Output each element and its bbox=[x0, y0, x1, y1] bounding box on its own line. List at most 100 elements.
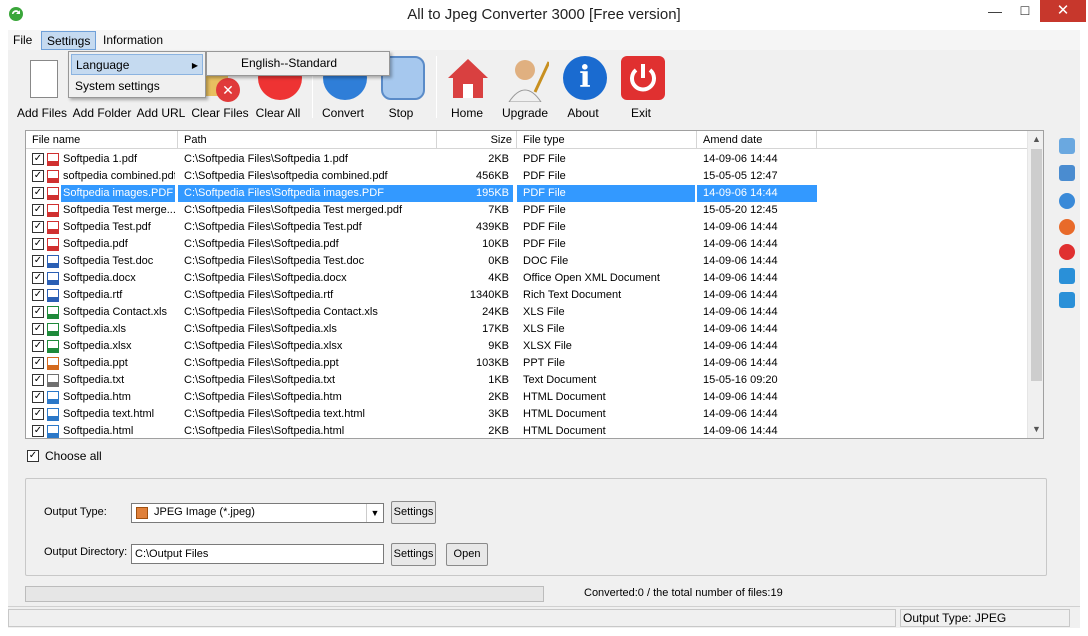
xls-file-icon bbox=[47, 323, 59, 336]
upgrade-button[interactable]: Upgrade bbox=[495, 52, 555, 122]
cell-type: XLS File bbox=[523, 306, 565, 318]
scroll-up-icon[interactable]: ▲ bbox=[1028, 131, 1043, 148]
table-row[interactable]: ✓ Softpedia Test.doc C:\Softpedia Files\So… bbox=[26, 253, 1027, 270]
choose-all-check[interactable]: ✓ bbox=[27, 450, 39, 462]
maximize-button[interactable]: ☐ bbox=[1010, 0, 1040, 22]
cell-path: C:\Softpedia Files\Softpedia images.PDF bbox=[178, 185, 436, 202]
column-size[interactable]: Size bbox=[437, 131, 517, 149]
table-row[interactable]: ✓ Softpedia text.html C:\Softpedia Files\S… bbox=[26, 406, 1027, 423]
table-row[interactable]: ✓ Softpedia.xlsx C:\Softpedia Files\Softpe… bbox=[26, 338, 1027, 355]
add-files-icon bbox=[30, 60, 58, 98]
output-type-settings-button[interactable]: Settings bbox=[391, 501, 436, 524]
table-row[interactable]: ✓ Softpedia.docx C:\Softpedia Files\Softpe… bbox=[26, 270, 1027, 287]
row-checkbox[interactable]: ✓ bbox=[32, 255, 44, 267]
table-row[interactable]: ✓ Softpedia 1.pdf C:\Softpedia Files\Softp… bbox=[26, 151, 1027, 168]
converted-status: Converted:0 / the total number of files:… bbox=[584, 587, 783, 599]
row-checkbox[interactable]: ✓ bbox=[32, 170, 44, 182]
menu-language[interactable]: Language ▶ bbox=[71, 54, 203, 75]
remove-icon[interactable] bbox=[1059, 219, 1075, 235]
menu-settings[interactable]: Settings bbox=[41, 31, 97, 50]
add-folder-side-icon[interactable] bbox=[1059, 165, 1075, 181]
row-checkbox[interactable]: ✓ bbox=[32, 408, 44, 420]
table-row[interactable]: ✓ Softpedia.ppt C:\Softpedia Files\Softped… bbox=[26, 355, 1027, 372]
table-row[interactable]: ✓ Softpedia Contact.xls C:\Softpedia Files… bbox=[26, 304, 1027, 321]
row-checkbox[interactable]: ✓ bbox=[32, 289, 44, 301]
table-row[interactable]: ✓ Softpedia Test.pdf C:\Softpedia Files\So… bbox=[26, 219, 1027, 236]
doc-file-icon bbox=[47, 289, 59, 302]
cell-type: PDF File bbox=[517, 185, 695, 202]
globe-icon[interactable] bbox=[1059, 193, 1075, 209]
menu-language-english[interactable]: English--Standard bbox=[207, 52, 389, 75]
chevron-down-icon[interactable]: ▼ bbox=[366, 504, 383, 522]
column-file-type[interactable]: File type bbox=[517, 131, 697, 149]
html-file-icon bbox=[47, 408, 59, 421]
cell-date: 15-05-20 12:45 bbox=[703, 204, 778, 216]
window-frame-bottom bbox=[0, 628, 1088, 636]
column-path[interactable]: Path bbox=[178, 131, 437, 149]
column-amend-date[interactable]: Amend date bbox=[697, 131, 817, 149]
row-checkbox[interactable]: ✓ bbox=[32, 425, 44, 437]
vertical-scrollbar[interactable]: ▲ ▼ bbox=[1027, 131, 1043, 438]
table-row[interactable]: ✓ Softpedia.xls C:\Softpedia Files\Softped… bbox=[26, 321, 1027, 338]
row-checkbox[interactable]: ✓ bbox=[32, 357, 44, 369]
cell-type: PDF File bbox=[523, 170, 566, 182]
cell-path: C:\Softpedia Files\Softpedia Test.doc bbox=[184, 255, 365, 267]
menu-file[interactable]: File bbox=[8, 31, 37, 50]
pdf-file-icon bbox=[47, 238, 59, 251]
row-checkbox[interactable]: ✓ bbox=[32, 374, 44, 386]
table-row[interactable]: ✓ Softpedia images.PDF C:\Softpedia Files\… bbox=[26, 185, 1027, 202]
table-row[interactable]: ✓ Softpedia Test merge... C:\Softpedia Fil… bbox=[26, 202, 1027, 219]
row-checkbox[interactable]: ✓ bbox=[32, 187, 44, 199]
move-up-icon[interactable] bbox=[1059, 268, 1075, 284]
move-down-icon[interactable] bbox=[1059, 292, 1075, 308]
open-button[interactable]: Open bbox=[446, 543, 488, 566]
row-checkbox[interactable]: ✓ bbox=[32, 391, 44, 403]
table-row[interactable]: ✓ Softpedia.htm C:\Softpedia Files\Softped… bbox=[26, 389, 1027, 406]
exit-button[interactable]: Exit bbox=[611, 52, 671, 122]
cell-size: 24KB bbox=[482, 306, 509, 318]
cell-type: HTML Document bbox=[523, 425, 606, 437]
row-checkbox[interactable]: ✓ bbox=[32, 221, 44, 233]
scroll-down-icon[interactable]: ▼ bbox=[1028, 421, 1043, 438]
column-file-name[interactable]: File name bbox=[26, 131, 178, 149]
row-checkbox[interactable]: ✓ bbox=[32, 153, 44, 165]
menu-information[interactable]: Information bbox=[98, 31, 168, 50]
add-files-button[interactable]: Add Files bbox=[12, 52, 72, 122]
cell-name: Softpedia.htm bbox=[63, 391, 131, 403]
cell-date: 14-09-06 14:44 bbox=[703, 306, 778, 318]
output-directory-input[interactable]: C:\Output Files bbox=[131, 544, 384, 564]
table-row[interactable]: ✓ Softpedia.pdf C:\Softpedia Files\Softped… bbox=[26, 236, 1027, 253]
file-list[interactable]: File name Path Size File type Amend date… bbox=[25, 130, 1044, 439]
pdf-file-icon bbox=[47, 170, 59, 183]
cell-path: C:\Softpedia Files\Softpedia.html bbox=[184, 425, 345, 437]
list-view-icon[interactable] bbox=[1059, 138, 1075, 154]
cell-path: C:\Softpedia Files\softpedia combined.pd… bbox=[184, 170, 388, 182]
cell-name: Softpedia.rtf bbox=[63, 289, 123, 301]
table-row[interactable]: ✓ Softpedia.html C:\Softpedia Files\Softpe… bbox=[26, 423, 1027, 438]
row-checkbox[interactable]: ✓ bbox=[32, 272, 44, 284]
cell-date: 14-09-06 14:44 bbox=[703, 408, 778, 420]
table-row[interactable]: ✓ Softpedia.rtf C:\Softpedia Files\Softped… bbox=[26, 287, 1027, 304]
row-checkbox[interactable]: ✓ bbox=[32, 306, 44, 318]
row-checkbox[interactable]: ✓ bbox=[32, 323, 44, 335]
minimize-button[interactable]: — bbox=[980, 0, 1010, 22]
scrollbar-thumb[interactable] bbox=[1031, 149, 1042, 381]
output-directory-settings-button[interactable]: Settings bbox=[391, 543, 436, 566]
output-type-select[interactable]: JPEG Image (*.jpeg) ▼ bbox=[131, 503, 384, 523]
cell-type: HTML Document bbox=[523, 391, 606, 403]
table-row[interactable]: ✓ softpedia combined.pdf C:\Softpedia File… bbox=[26, 168, 1027, 185]
delete-icon[interactable] bbox=[1059, 244, 1075, 260]
row-checkbox[interactable]: ✓ bbox=[32, 204, 44, 216]
menu-system-settings[interactable]: System settings bbox=[71, 76, 203, 97]
cell-size: 3KB bbox=[488, 408, 509, 420]
cell-name: Softpedia.xls bbox=[63, 323, 126, 335]
about-icon: i bbox=[563, 56, 607, 100]
table-row[interactable]: ✓ Softpedia.txt C:\Softpedia Files\Softped… bbox=[26, 372, 1027, 389]
about-button[interactable]: i About bbox=[553, 52, 613, 122]
row-checkbox[interactable]: ✓ bbox=[32, 238, 44, 250]
row-checkbox[interactable]: ✓ bbox=[32, 340, 44, 352]
clear-x-icon: ✕ bbox=[216, 78, 240, 102]
home-button[interactable]: Home bbox=[437, 52, 497, 122]
window-frame-right bbox=[1080, 30, 1088, 636]
close-button[interactable]: ✕ bbox=[1040, 0, 1086, 22]
